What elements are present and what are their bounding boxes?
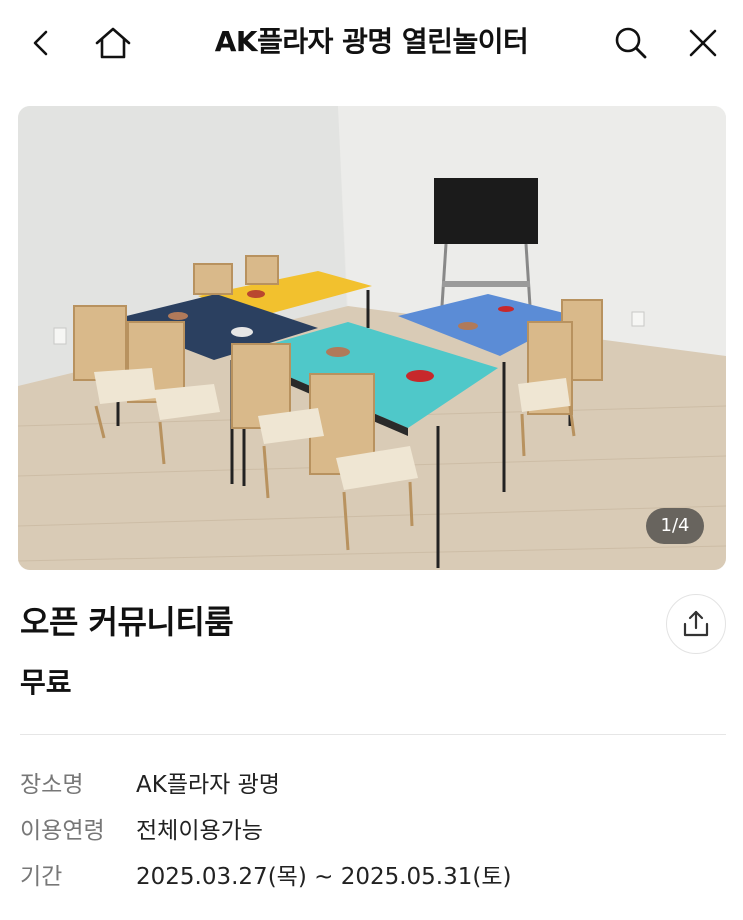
back-button[interactable] bbox=[18, 20, 64, 66]
image-counter-badge: 1/4 bbox=[646, 508, 704, 544]
info-value: AK플라자 광명 bbox=[136, 772, 280, 798]
search-button[interactable] bbox=[608, 20, 654, 66]
share-button[interactable] bbox=[666, 594, 726, 654]
info-label: 기간 bbox=[20, 864, 63, 890]
top-navigation-bar: AK플라자 광명 열린놀이터 bbox=[0, 0, 743, 86]
info-row-venue: 장소명 AK플라자 광명 bbox=[20, 762, 280, 802]
section-divider bbox=[20, 734, 726, 735]
info-row-age: 이용연령 전체이용가능 bbox=[20, 808, 263, 848]
info-value: 2025.03.27(목) ~ 2025.05.31(토) bbox=[136, 864, 512, 890]
info-row-period: 기간 2025.03.27(목) ~ 2025.05.31(토) bbox=[20, 854, 511, 894]
info-label: 장소명 bbox=[20, 772, 84, 798]
share-icon bbox=[683, 610, 709, 637]
price-label: 무료 bbox=[20, 666, 72, 699]
search-icon bbox=[615, 27, 647, 59]
info-label: 이용연령 bbox=[20, 818, 105, 844]
item-name: 오픈 커뮤니티룸 bbox=[20, 603, 234, 641]
page-title: AK플라자 광명 열린놀이터 bbox=[214, 25, 529, 58]
room-photo bbox=[18, 106, 726, 570]
close-icon bbox=[689, 29, 717, 57]
info-value: 전체이용가능 bbox=[136, 818, 263, 844]
home-icon bbox=[95, 27, 131, 59]
home-button[interactable] bbox=[90, 20, 136, 66]
photo-gallery[interactable]: 1/4 bbox=[18, 106, 726, 570]
chevron-left-icon bbox=[33, 30, 48, 56]
close-button[interactable] bbox=[680, 20, 726, 66]
